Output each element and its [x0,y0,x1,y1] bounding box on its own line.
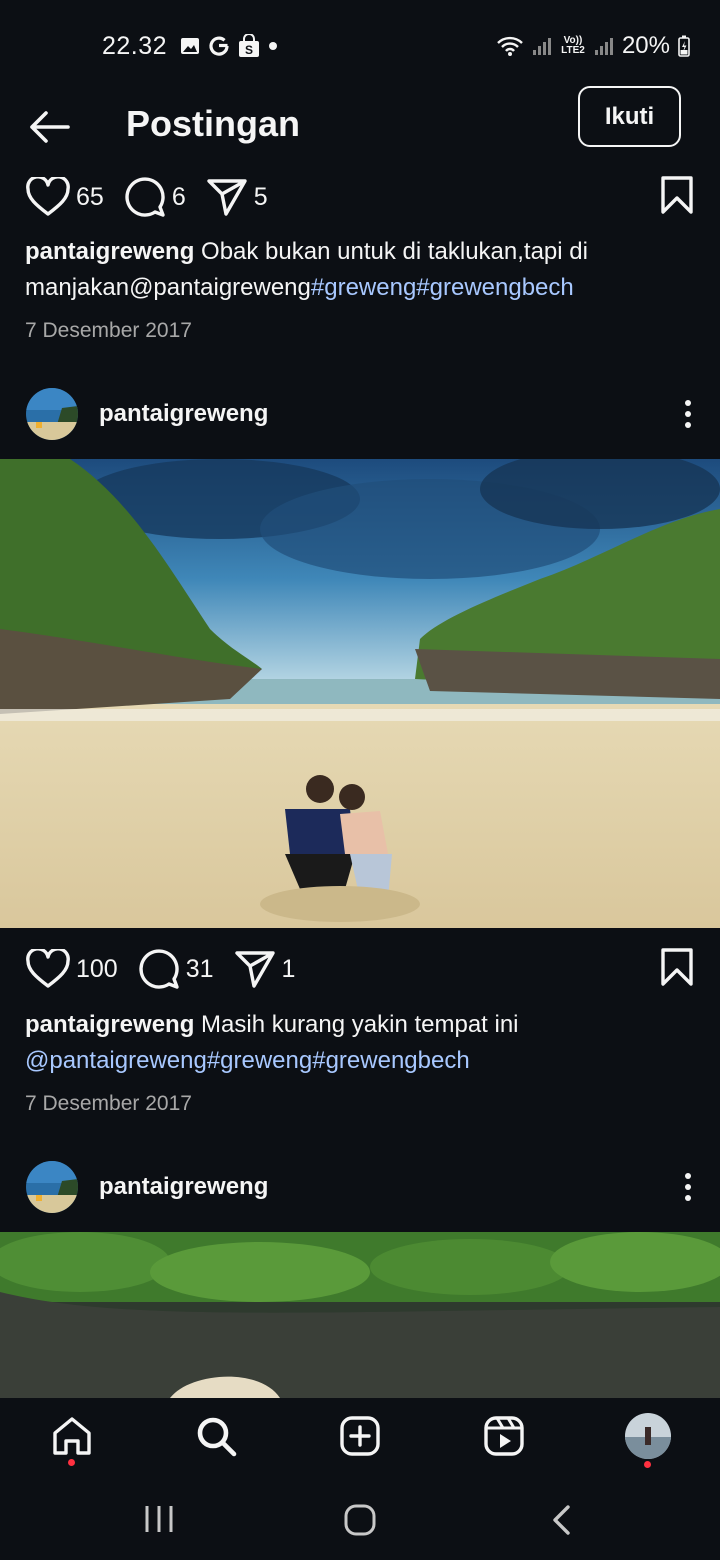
nav-create[interactable] [336,1412,384,1460]
lte-label: Vo)) LTE2 [561,35,585,56]
like-count: 100 [76,954,118,983]
caption-hashtags[interactable]: @pantaigreweng#greweng#grewengbech [25,1047,470,1074]
comment-count: 31 [185,954,214,983]
notification-icons: S [180,34,278,58]
heart-icon [26,949,70,988]
post-date: 7 Desember 2017 [25,319,192,342]
post-caption: pantaigreweng Masih kurang yakin tempat … [25,1007,695,1079]
home-circle-icon [344,1504,376,1536]
author-avatar[interactable] [26,388,78,440]
more-notifications-dot-icon [269,42,277,50]
post-caption: pantaigreweng Obak bukan untuk di takluk… [25,234,695,306]
nav-search[interactable] [192,1412,240,1460]
signal-2-icon [594,38,613,55]
post-image[interactable] [0,1232,720,1398]
comment-icon [125,177,165,217]
bottom-navigation [0,1398,720,1480]
post-actions: 65 6 5 [26,175,694,219]
gallery-icon [181,38,199,54]
home-icon [53,1417,91,1455]
post-header: pantaigreweng [26,1160,694,1214]
share-count: 1 [281,954,296,983]
post-image[interactable] [0,459,720,928]
svg-text:S: S [245,43,253,57]
comment-count: 6 [171,182,186,211]
share-icon [234,951,275,988]
caption-text: Masih kurang yakin tempat ini [194,1011,519,1038]
follow-button[interactable]: Ikuti [578,86,681,147]
wifi-icon [497,36,523,56]
post-date: 7 Desember 2017 [25,1092,192,1115]
search-icon [197,1417,237,1457]
share-button[interactable]: 5 [206,177,268,217]
post-header: pantaigreweng [26,387,694,441]
status-right: Vo)) LTE2 20% [496,32,690,60]
reels-icon [484,1416,524,1456]
google-icon [209,36,229,56]
home-system-button[interactable] [343,1503,377,1542]
share-icon [207,179,247,216]
system-navigation [0,1480,720,1560]
more-options-icon [685,400,691,428]
caption-hashtags[interactable]: #greweng#grewengbech [311,274,574,301]
bookmark-icon [661,947,693,986]
back-arrow-icon [30,111,70,143]
more-options-icon [685,1173,691,1201]
more-options-button[interactable] [682,399,694,429]
back-button[interactable] [26,106,72,148]
share-count: 5 [253,182,268,211]
share-button[interactable]: 1 [234,949,296,989]
caption-username[interactable]: pantaigreweng [25,1011,194,1038]
bookmark-icon [661,175,693,214]
comment-icon [139,949,179,989]
create-icon [340,1416,380,1456]
profile-notification-dot [644,1461,651,1468]
status-time: 22.32 [102,32,168,60]
caption-username[interactable]: pantaigreweng [25,238,194,265]
home-notification-dot [68,1459,75,1466]
like-button[interactable]: 65 [26,177,104,217]
status-bar: 22.32 S Vo)) LTE2 20% [0,0,720,90]
save-button[interactable] [660,947,694,991]
nav-reels[interactable] [480,1412,528,1460]
recent-apps-button[interactable] [144,1504,174,1539]
heart-icon [26,177,70,216]
comment-button[interactable]: 6 [124,176,186,218]
shop-icon: S [239,34,259,57]
post-actions: 100 31 1 [26,947,694,991]
like-count: 65 [76,182,104,211]
recent-apps-icon [145,1506,173,1532]
profile-avatar [625,1413,671,1459]
page-title: Postingan [126,103,301,144]
like-button[interactable]: 100 [26,949,118,989]
author-name[interactable]: pantaigreweng [99,400,268,428]
comment-button[interactable]: 31 [138,948,214,990]
back-chevron-icon [553,1505,570,1535]
back-system-button[interactable] [550,1504,574,1541]
save-button[interactable] [660,175,694,219]
nav-home[interactable] [48,1412,96,1466]
more-options-button[interactable] [682,1172,694,1202]
nav-profile[interactable] [624,1412,672,1468]
author-avatar[interactable] [26,1161,78,1213]
author-name[interactable]: pantaigreweng [99,1173,268,1201]
signal-icon [532,38,551,55]
battery-charging-icon [678,35,690,57]
battery-percent: 20% [621,32,670,59]
